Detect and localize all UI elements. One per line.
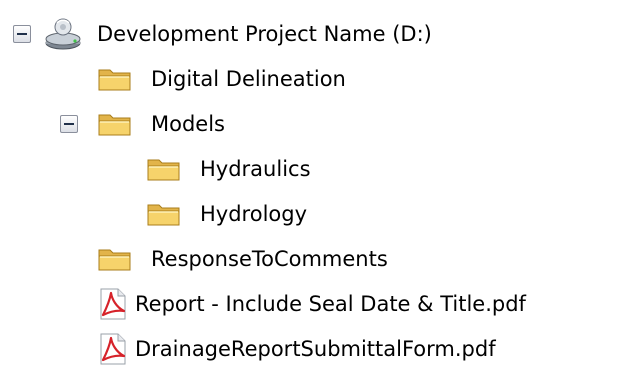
folder-icon: [97, 245, 133, 273]
tree-item-label: DrainageReportSubmittalForm.pdf: [135, 337, 496, 361]
tree-item-hydraulics[interactable]: Hydraulics: [146, 151, 311, 187]
tree-item-digital-delineation[interactable]: Digital Delineation: [97, 61, 346, 97]
folder-icon: [146, 200, 182, 228]
tree-item-label: Report - Include Seal Date & Title.pdf: [135, 292, 526, 316]
drive-label: Development Project Name (D:): [97, 22, 432, 46]
folder-icon: [97, 65, 133, 93]
tree-item-drainage-report-pdf[interactable]: DrainageReportSubmittalForm.pdf: [97, 331, 496, 367]
tree-item-label: Hydrology: [200, 202, 308, 226]
drive-icon: [44, 17, 82, 51]
tree-item-report-pdf[interactable]: Report - Include Seal Date & Title.pdf: [97, 286, 526, 322]
tree-item-models[interactable]: Models: [97, 106, 225, 142]
folder-tree: Development Project Name (D:) Digital De…: [0, 0, 617, 368]
collapse-drive-button[interactable]: [13, 25, 31, 43]
tree-item-label: Models: [151, 112, 225, 136]
pdf-icon: [97, 287, 129, 321]
tree-item-label: Hydraulics: [200, 157, 311, 181]
tree-item-response-to-comments[interactable]: ResponseToComments: [97, 241, 388, 277]
tree-item-drive[interactable]: Development Project Name (D:): [44, 16, 432, 52]
collapse-models-button[interactable]: [60, 115, 78, 133]
tree-item-label: Digital Delineation: [151, 67, 346, 91]
tree-item-hydrology[interactable]: Hydrology: [146, 196, 307, 232]
folder-icon: [146, 155, 182, 183]
folder-icon: [97, 110, 133, 138]
pdf-icon: [97, 332, 129, 366]
tree-item-label: ResponseToComments: [151, 247, 388, 271]
